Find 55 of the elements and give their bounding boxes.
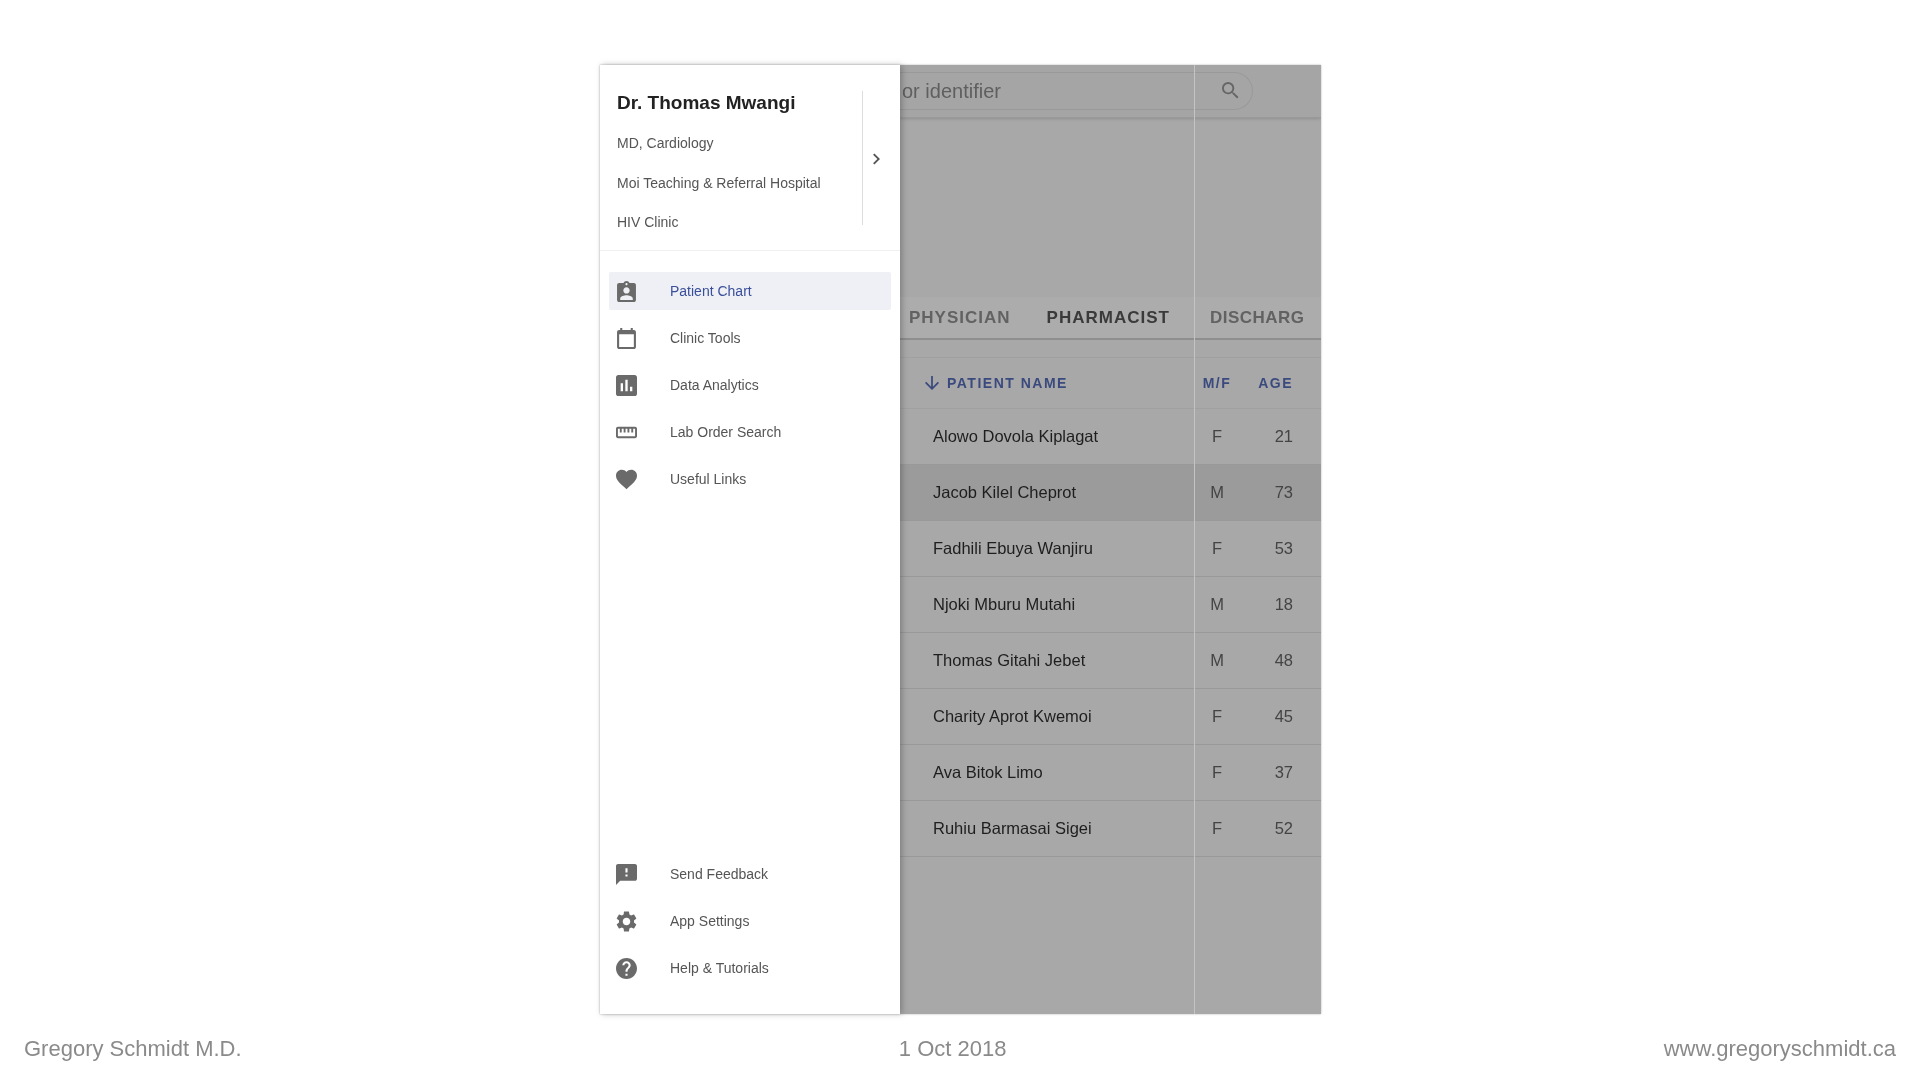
table-cell-text: Ruhiu Barmasai Sigei: [932, 819, 1093, 838]
settings-icon: [616, 910, 637, 932]
nav-item[interactable]: Useful Links: [609, 460, 891, 498]
search-icon: [1222, 82, 1239, 99]
author-name: Gregory Schmidt M.D.: [24, 1036, 242, 1062]
user-detail: Moi Teaching & Referral Hospital: [617, 174, 822, 191]
table-cell-text: Fadhili Ebuya Wanjiru: [932, 539, 1094, 558]
table-cell-text: F: [1210, 763, 1224, 782]
calendar-icon: [616, 327, 637, 349]
date: 1 Oct 2018: [898, 1036, 1007, 1062]
table-cell-text: 53: [1273, 539, 1294, 558]
column-header[interactable]: PATIENT NAME: [900, 375, 1194, 391]
heart-icon: [616, 468, 637, 490]
table-cell-text: 21: [1273, 427, 1294, 446]
website: www.gregoryschmidt.ca: [1663, 1036, 1896, 1062]
table-cell-text: Alowo Dovola Kiplagat: [932, 427, 1100, 446]
table-cell-text: M: [1209, 651, 1225, 670]
user-name: Dr. Thomas Mwangi: [617, 91, 797, 115]
table-cell-text: Thomas Gitahi Jebet: [932, 651, 1087, 670]
table-cell-text: M: [1209, 483, 1225, 502]
feedback-icon: [616, 863, 637, 885]
search-field[interactable]: or identifier: [900, 72, 1253, 110]
table-cell-text: 18: [1273, 595, 1294, 614]
table-cell-text: F: [1210, 539, 1224, 558]
user-detail: MD, Cardiology: [617, 135, 715, 151]
table-cell-text: F: [1210, 819, 1224, 838]
chevron-right-icon: [873, 153, 880, 165]
help-icon: [616, 957, 637, 979]
table-cell-text: 73: [1273, 483, 1294, 502]
nav-item[interactable]: App Settings: [609, 902, 891, 940]
table-cell-text: 37: [1273, 763, 1294, 782]
table-cell-text: Njoki Mburu Mutahi: [932, 595, 1077, 614]
table-cell-text: Charity Aprot Kwemoi: [932, 707, 1093, 726]
nav-item[interactable]: Patient Chart: [609, 272, 891, 310]
tab[interactable]: PHARMACIST: [1046, 307, 1170, 328]
nav-item[interactable]: Help & Tutorials: [609, 949, 891, 987]
user-detail: HIV Clinic: [617, 214, 680, 230]
table-cell-text: F: [1210, 427, 1224, 446]
table-cell-text: F: [1210, 707, 1224, 726]
table-row[interactable]: Jacob Kilel Cheprot M 73: [900, 465, 1321, 521]
nav-item[interactable]: Send Feedback: [609, 855, 891, 893]
table-cell-text: 48: [1273, 651, 1294, 670]
table-cell-text: 52: [1273, 819, 1294, 838]
table-cell-text: Ava Bitok Limo: [932, 763, 1044, 782]
bar-chart-icon: [616, 374, 637, 396]
nav-item[interactable]: Data Analytics: [609, 366, 891, 404]
clipboard-person-icon: [616, 280, 637, 302]
table-cell-text: M: [1209, 595, 1225, 614]
column-header[interactable]: M/F: [1194, 375, 1240, 391]
column-header[interactable]: AGE: [1240, 375, 1321, 391]
table-cell-text: 45: [1273, 707, 1294, 726]
table-cell-text: Jacob Kilel Cheprot: [932, 483, 1078, 502]
nav-item[interactable]: Clinic Tools: [609, 319, 891, 357]
arrow-down-icon: [925, 376, 939, 390]
nav-item[interactable]: Lab Order Search: [609, 413, 891, 451]
